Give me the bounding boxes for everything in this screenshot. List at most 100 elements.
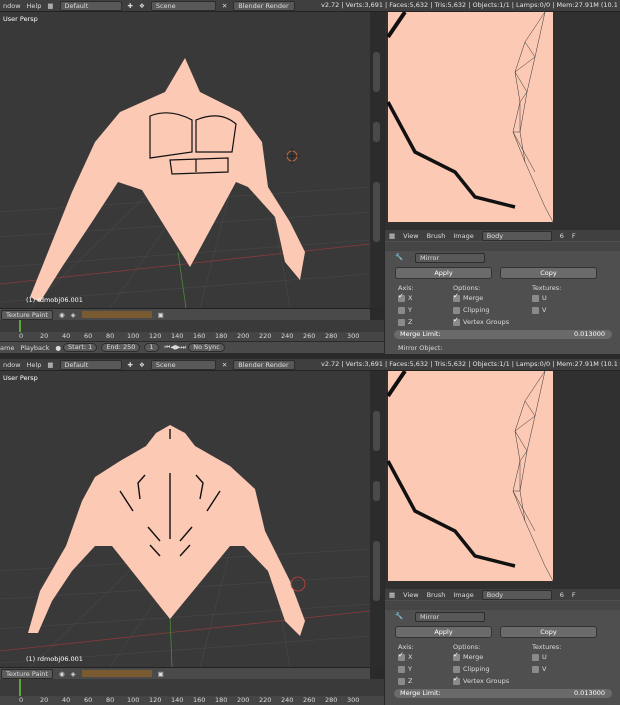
apply-button[interactable]: Apply [395, 626, 492, 638]
editor-type-icon[interactable]: ▦ [389, 591, 395, 599]
modifier-name-field[interactable]: Mirror [415, 612, 485, 622]
copy-button[interactable]: Copy [500, 267, 597, 279]
scene-icon[interactable]: ❖ [139, 2, 145, 10]
scene-select[interactable]: Scene [150, 0, 216, 11]
clipping-checkbox[interactable]: Clipping [453, 665, 489, 673]
current-frame-field[interactable]: 1 [144, 343, 159, 352]
image-menu[interactable]: Image [453, 232, 473, 240]
viewport-3d[interactable]: User Persp (1) rdmobj06.001 [0, 371, 370, 667]
tick-label: 120 [149, 696, 162, 704]
viewport-side-strip [370, 12, 384, 308]
vertex-groups-checkbox[interactable]: Vertex Groups [453, 316, 509, 326]
render-engine-select[interactable]: Blender Render [233, 0, 296, 11]
render-engine-select[interactable]: Blender Render [233, 359, 296, 370]
tool-strip[interactable] [373, 541, 380, 601]
scroll-thumb[interactable] [373, 52, 380, 92]
playback-controls-icon[interactable]: ⏮◀▶⏭ [165, 343, 187, 352]
window-menu[interactable]: ndow [3, 361, 21, 369]
merge-checkbox[interactable]: Merge [453, 292, 483, 302]
sync-select[interactable]: No Sync [188, 343, 225, 352]
add-layout-icon[interactable]: ✚ [128, 2, 133, 10]
image-menu[interactable]: Image [453, 591, 473, 599]
properties-editor: ▦ View Brush Image Body 6 F 🔧 Mirror App… [385, 589, 620, 705]
render-icon[interactable]: ▣ [158, 311, 164, 319]
view-label: User Persp [3, 374, 38, 382]
screen-layout-icon[interactable]: ▦ [47, 2, 53, 10]
scene-select[interactable]: Scene [150, 359, 216, 370]
apply-button[interactable]: Apply [395, 267, 492, 279]
viewport-shade-icon[interactable]: ◉ [59, 670, 65, 678]
end-frame-field[interactable]: End: 250 [101, 343, 141, 352]
copy-button[interactable]: Copy [500, 626, 597, 638]
frame-menu[interactable]: ame [0, 344, 14, 352]
layers-grid[interactable] [81, 670, 152, 677]
viewport-shade-icon[interactable]: ◉ [59, 311, 65, 319]
merge-limit-field[interactable]: Merge Limit: 0.013000 [394, 689, 612, 698]
axis-x-checkbox[interactable]: X [398, 292, 412, 302]
tick-label: 180 [215, 332, 228, 340]
axis-z-checkbox[interactable]: Z [398, 318, 412, 326]
pivot-icon[interactable]: ◈ [71, 670, 76, 678]
timeline[interactable]: 0 20 40 60 80 100 120 140 160 180 200 22… [0, 679, 384, 705]
close-scene-icon[interactable]: ✕ [222, 2, 227, 10]
viewport-3d[interactable]: User Persp (1) rdmobj06.001 [0, 12, 370, 308]
help-menu[interactable]: Help [27, 361, 42, 369]
render-icon[interactable]: ▣ [158, 670, 164, 678]
texture-v-checkbox[interactable]: V [532, 306, 546, 314]
screen-layout-icon[interactable]: ▦ [47, 361, 53, 369]
axis-y-checkbox[interactable]: Y [398, 306, 412, 314]
view-menu[interactable]: View [403, 591, 418, 599]
merge-limit-field[interactable]: Merge Limit: 0.013000 [394, 330, 612, 339]
add-layout-icon[interactable]: ✚ [128, 361, 133, 369]
axis-z-checkbox[interactable]: Z [398, 677, 412, 685]
texture-u-checkbox[interactable]: U [532, 653, 547, 661]
start-frame-field[interactable]: Start: 1 [63, 343, 98, 352]
modifier-toolbar [385, 601, 620, 610]
layers-grid[interactable] [81, 311, 152, 318]
properties-editor: ▦ View Brush Image Body 6 F 🔧 Mirror App… [385, 230, 620, 354]
image-select[interactable]: Body [481, 589, 552, 600]
viewport-header: Texture Paint ◉ ◈ ▣ [0, 308, 370, 320]
timeline[interactable]: 0 20 40 60 80 100 120 140 160 180 200 22… [0, 320, 384, 341]
modifier-header: 🔧 Mirror [385, 612, 620, 622]
uv-image-editor[interactable] [385, 371, 620, 589]
tool-strip[interactable] [373, 182, 380, 242]
texture-v-checkbox[interactable]: V [532, 665, 546, 673]
axis-x-checkbox[interactable]: X [398, 651, 412, 661]
layout-select[interactable]: Default [59, 0, 122, 11]
texture-u-checkbox[interactable]: U [532, 294, 547, 302]
tick-label: 260 [303, 696, 316, 704]
view-menu[interactable]: View [403, 232, 418, 240]
viewport-header: Texture Paint ◉ ◈ ▣ [0, 667, 370, 679]
close-scene-icon[interactable]: ✕ [222, 361, 227, 369]
tick-label: 240 [281, 696, 294, 704]
brush-menu[interactable]: Brush [427, 232, 446, 240]
playback-menu[interactable]: Playback [20, 344, 49, 352]
window-menu[interactable]: ndow [3, 2, 21, 10]
tick-label: 140 [171, 696, 184, 704]
clipping-checkbox[interactable]: Clipping [453, 306, 489, 314]
fake-user-button[interactable]: F [572, 232, 576, 240]
modifier-name-field[interactable]: Mirror [415, 253, 485, 263]
mode-select[interactable]: Texture Paint [1, 309, 53, 320]
mode-select[interactable]: Texture Paint [1, 668, 53, 679]
nav-handle[interactable] [373, 481, 380, 501]
brush-menu[interactable]: Brush [427, 591, 446, 599]
uv-image-editor[interactable] [385, 12, 620, 230]
editor-type-icon[interactable]: ▦ [389, 232, 395, 240]
fake-user-button[interactable]: F [572, 591, 576, 599]
tick-label: 20 [40, 332, 49, 340]
model-mesh [28, 425, 305, 636]
pivot-icon[interactable]: ◈ [71, 311, 76, 319]
record-icon[interactable]: ● [55, 344, 61, 352]
stats-text: v2.72 | Verts:3,691 | Faces:5,632 | Tris… [321, 1, 617, 9]
image-select[interactable]: Body [481, 230, 552, 241]
layout-select[interactable]: Default [59, 359, 122, 370]
nav-handle[interactable] [373, 122, 380, 142]
vertex-groups-checkbox[interactable]: Vertex Groups [453, 675, 509, 685]
merge-checkbox[interactable]: Merge [453, 651, 483, 661]
axis-y-checkbox[interactable]: Y [398, 665, 412, 673]
scene-icon[interactable]: ❖ [139, 361, 145, 369]
scroll-thumb[interactable] [373, 411, 380, 451]
help-menu[interactable]: Help [27, 2, 42, 10]
